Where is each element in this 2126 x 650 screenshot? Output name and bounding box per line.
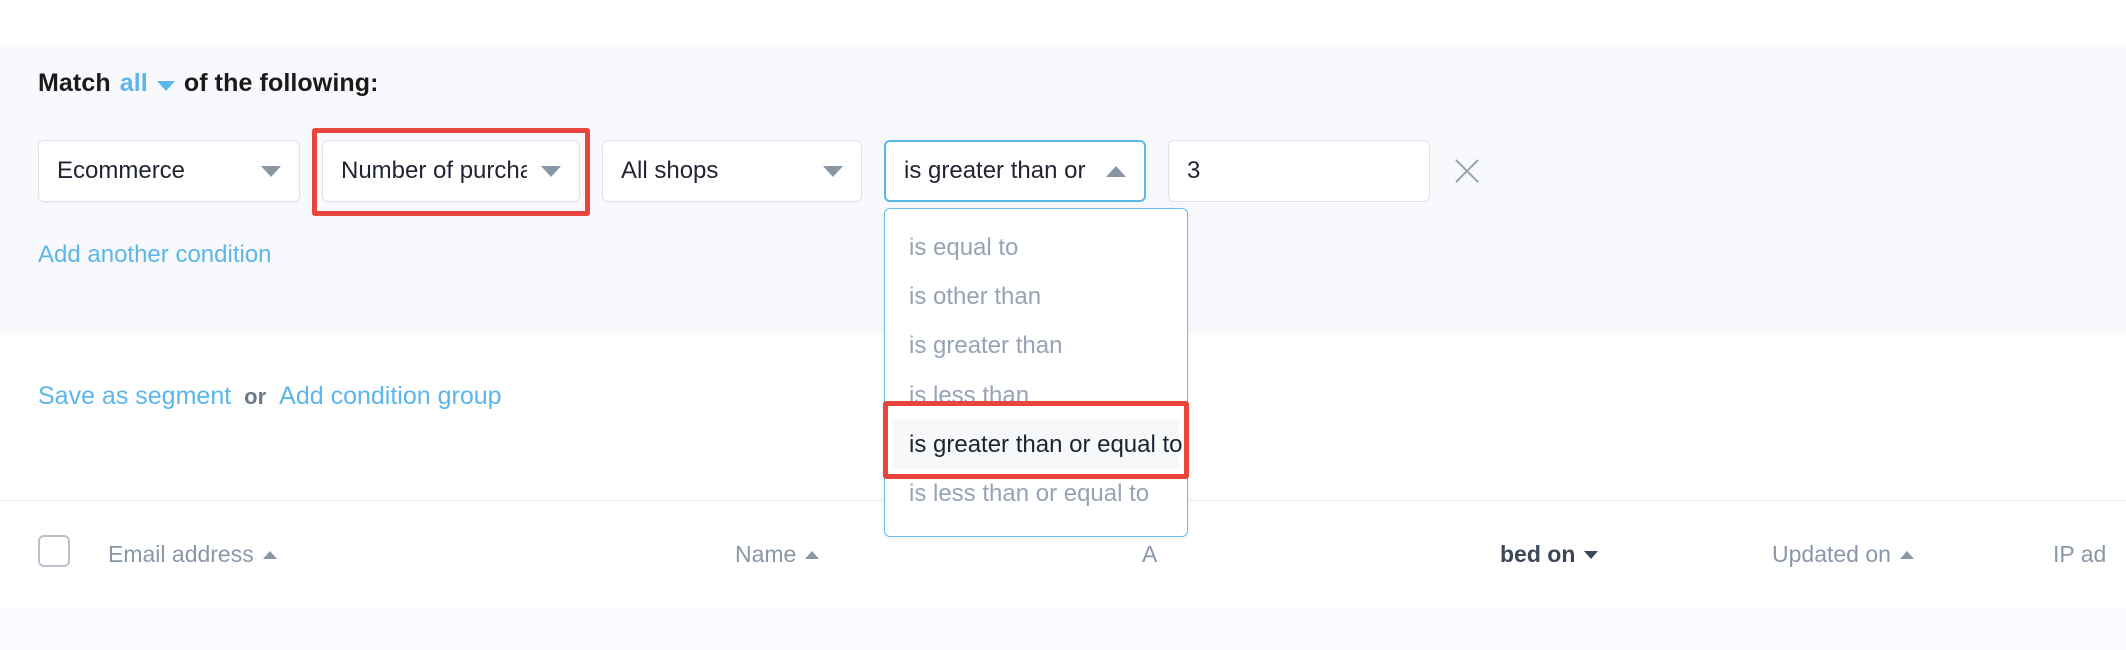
column-label: Email address: [108, 541, 254, 567]
condition-source-value: Ecommerce: [57, 159, 186, 183]
condition-row: Ecommerce Number of purcha... All shops …: [38, 128, 1484, 538]
chevron-up-icon: [1106, 165, 1126, 177]
table-column-email-address[interactable]: Email address: [108, 541, 277, 568]
select-all-checkbox[interactable]: [38, 535, 70, 567]
condition-field-select[interactable]: Number of purcha...: [322, 140, 580, 202]
chevron-down-icon: [823, 165, 843, 177]
match-prefix-label: Match: [38, 69, 111, 97]
sort-ascending-icon: [1899, 550, 1914, 559]
condition-operator-wrapper: is greater than or ... is equal to is ot…: [883, 140, 1189, 538]
sort-descending-icon: [1584, 550, 1599, 559]
segment-actions-row: Save as segment or Add condition group: [38, 382, 502, 411]
operator-option-is-greater-than-or-equal-to[interactable]: is greater than or equal to: [893, 419, 1183, 469]
condition-value-input[interactable]: [1168, 140, 1430, 202]
table-column-subscribed-on[interactable]: bed on: [1500, 541, 1599, 568]
condition-field-wrapper: Number of purcha...: [312, 128, 590, 216]
bottom-strip: [0, 608, 2126, 650]
add-condition-group-link[interactable]: Add condition group: [279, 382, 501, 411]
segment-filter-screen: Match all of the following: Ecommerce Nu…: [0, 0, 2126, 650]
column-label: Updated on: [1772, 541, 1891, 567]
close-icon: [1455, 159, 1479, 183]
condition-shop-value: All shops: [621, 159, 719, 183]
operator-option-is-less-than-or-equal-to[interactable]: is less than or equal to: [885, 469, 1187, 518]
condition-operator-value: is greater than or ...: [904, 159, 1092, 183]
operator-option-is-equal-to[interactable]: is equal to: [885, 223, 1187, 272]
add-another-condition-link[interactable]: Add another condition: [38, 241, 272, 269]
table-column-ip-address[interactable]: IP ad: [2053, 541, 2106, 568]
sort-ascending-icon: [805, 550, 820, 559]
condition-shop-select[interactable]: All shops: [602, 140, 862, 202]
or-separator-label: or: [244, 384, 267, 409]
condition-field-value: Number of purcha...: [341, 159, 527, 183]
column-label: Name: [735, 541, 797, 567]
chevron-down-icon[interactable]: [156, 80, 175, 91]
operator-dropdown-list: is equal to is other than is greater tha…: [883, 208, 1189, 538]
column-label: A: [1142, 541, 1158, 567]
table-column-added-on[interactable]: A: [1142, 541, 1157, 568]
table-column-name[interactable]: Name: [735, 541, 820, 568]
chevron-down-icon: [541, 165, 561, 177]
save-as-segment-link[interactable]: Save as segment: [38, 382, 231, 411]
match-line: Match all of the following:: [38, 69, 379, 98]
match-mode-dropdown[interactable]: all: [120, 69, 148, 98]
chevron-down-icon: [261, 165, 281, 177]
filter-panel: Match all of the following: Ecommerce Nu…: [0, 45, 2126, 538]
condition-operator-select[interactable]: is greater than or ...: [884, 140, 1146, 202]
operator-option-is-greater-than[interactable]: is greater than: [885, 321, 1187, 370]
match-suffix-label: of the following:: [183, 69, 379, 97]
column-label: IP ad: [2053, 541, 2107, 567]
sort-ascending-icon: [262, 550, 277, 559]
operator-option-is-other-than[interactable]: is other than: [885, 272, 1187, 321]
column-label: bed on: [1500, 541, 1576, 567]
table-column-updated-on[interactable]: Updated on: [1772, 541, 1914, 568]
condition-source-select[interactable]: Ecommerce: [38, 140, 300, 202]
remove-condition-button[interactable]: [1450, 140, 1484, 202]
operator-option-is-less-than[interactable]: is less than: [885, 371, 1187, 420]
